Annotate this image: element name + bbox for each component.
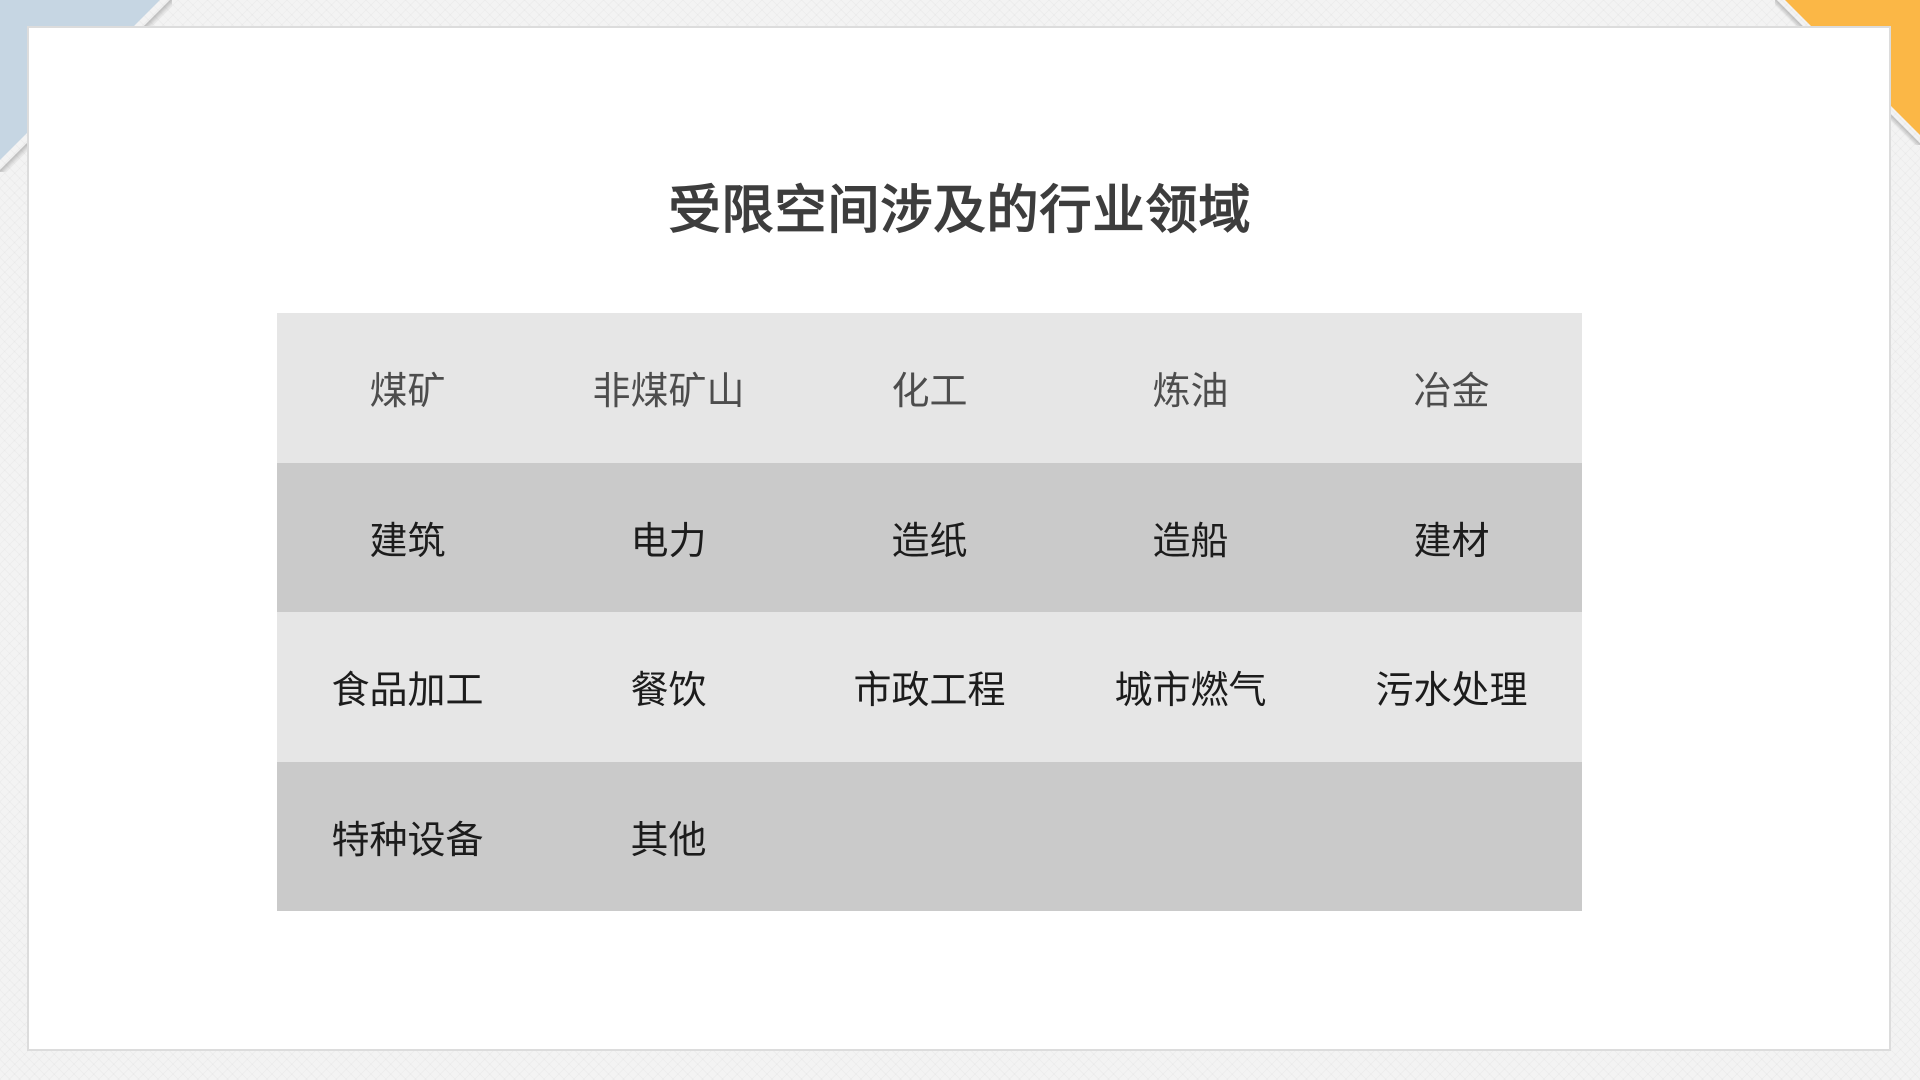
table-cell: 电力 (630, 518, 707, 563)
page-title: 受限空间涉及的行业领域 (668, 181, 1252, 241)
table-cell: 城市燃气 (1114, 668, 1267, 713)
table-cell (1321, 762, 1582, 912)
industry-table: 煤矿 非煤矿山 化工 炼油 冶金 建筑 电力 造纸 造船 建材 食品加工 餐饮 … (277, 313, 1582, 911)
table-cell: 冶金 (1413, 369, 1490, 414)
table-cell: 其他 (630, 817, 707, 862)
table-cell: 炼油 (1152, 369, 1229, 414)
table-cell: 化工 (891, 369, 968, 414)
table-row: 煤矿 非煤矿山 化工 炼油 冶金 (277, 313, 1582, 463)
table-row: 建筑 电力 造纸 造船 建材 (277, 462, 1582, 612)
table-cell: 市政工程 (853, 668, 1006, 713)
table-cell (1060, 762, 1321, 912)
table-cell: 造船 (1152, 518, 1229, 563)
table-cell: 非煤矿山 (592, 369, 745, 414)
table-cell: 食品加工 (331, 668, 484, 713)
table-cell: 餐饮 (630, 668, 707, 713)
table-cell: 污水处理 (1375, 668, 1528, 713)
table-cell: 建筑 (369, 518, 446, 563)
table-row: 特种设备 其他 (277, 761, 1582, 912)
table-cell (799, 762, 1060, 912)
table-cell: 建材 (1413, 518, 1490, 563)
table-row: 食品加工 餐饮 市政工程 城市燃气 污水处理 (277, 612, 1582, 762)
table-cell: 特种设备 (331, 817, 484, 862)
table-cell: 造纸 (891, 518, 968, 563)
table-cell: 煤矿 (369, 369, 446, 414)
